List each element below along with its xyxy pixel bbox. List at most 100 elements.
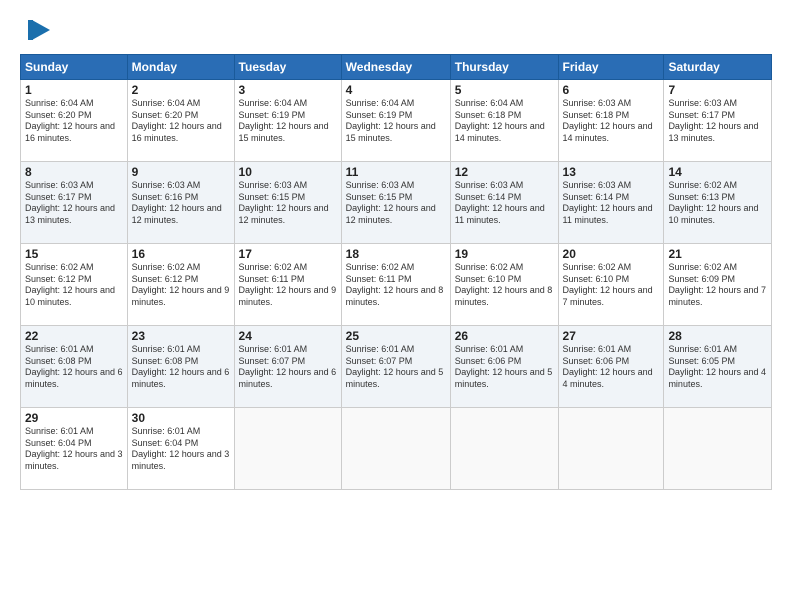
day-info: Sunrise: 6:03 AMSunset: 6:18 PMDaylight:… <box>563 98 660 145</box>
day-info: Sunrise: 6:02 AMSunset: 6:13 PMDaylight:… <box>668 180 767 227</box>
day-info: Sunrise: 6:04 AMSunset: 6:18 PMDaylight:… <box>455 98 554 145</box>
day-number: 21 <box>668 247 767 261</box>
header-row: SundayMondayTuesdayWednesdayThursdayFrid… <box>21 55 772 80</box>
header-saturday: Saturday <box>664 55 772 80</box>
day-cell: 13Sunrise: 6:03 AMSunset: 6:14 PMDayligh… <box>558 162 664 244</box>
day-info: Sunrise: 6:04 AMSunset: 6:20 PMDaylight:… <box>132 98 230 145</box>
day-number: 27 <box>563 329 660 343</box>
day-number: 5 <box>455 83 554 97</box>
day-number: 17 <box>239 247 337 261</box>
day-cell <box>234 408 341 490</box>
header-friday: Friday <box>558 55 664 80</box>
day-info: Sunrise: 6:02 AMSunset: 6:11 PMDaylight:… <box>346 262 446 309</box>
header-thursday: Thursday <box>450 55 558 80</box>
day-number: 29 <box>25 411 123 425</box>
day-info: Sunrise: 6:04 AMSunset: 6:19 PMDaylight:… <box>239 98 337 145</box>
day-number: 13 <box>563 165 660 179</box>
day-number: 20 <box>563 247 660 261</box>
day-info: Sunrise: 6:02 AMSunset: 6:09 PMDaylight:… <box>668 262 767 309</box>
day-cell: 22Sunrise: 6:01 AMSunset: 6:08 PMDayligh… <box>21 326 128 408</box>
calendar-body: 1Sunrise: 6:04 AMSunset: 6:20 PMDaylight… <box>21 80 772 490</box>
day-number: 28 <box>668 329 767 343</box>
day-number: 6 <box>563 83 660 97</box>
day-cell: 20Sunrise: 6:02 AMSunset: 6:10 PMDayligh… <box>558 244 664 326</box>
day-number: 30 <box>132 411 230 425</box>
day-number: 4 <box>346 83 446 97</box>
day-cell: 11Sunrise: 6:03 AMSunset: 6:15 PMDayligh… <box>341 162 450 244</box>
day-cell: 18Sunrise: 6:02 AMSunset: 6:11 PMDayligh… <box>341 244 450 326</box>
day-cell: 25Sunrise: 6:01 AMSunset: 6:07 PMDayligh… <box>341 326 450 408</box>
week-row-4: 22Sunrise: 6:01 AMSunset: 6:08 PMDayligh… <box>21 326 772 408</box>
day-number: 11 <box>346 165 446 179</box>
day-info: Sunrise: 6:02 AMSunset: 6:12 PMDaylight:… <box>132 262 230 309</box>
day-info: Sunrise: 6:01 AMSunset: 6:08 PMDaylight:… <box>132 344 230 391</box>
day-cell: 19Sunrise: 6:02 AMSunset: 6:10 PMDayligh… <box>450 244 558 326</box>
day-cell: 6Sunrise: 6:03 AMSunset: 6:18 PMDaylight… <box>558 80 664 162</box>
day-number: 22 <box>25 329 123 343</box>
day-cell: 10Sunrise: 6:03 AMSunset: 6:15 PMDayligh… <box>234 162 341 244</box>
day-number: 3 <box>239 83 337 97</box>
day-number: 18 <box>346 247 446 261</box>
day-number: 19 <box>455 247 554 261</box>
day-cell: 27Sunrise: 6:01 AMSunset: 6:06 PMDayligh… <box>558 326 664 408</box>
day-info: Sunrise: 6:02 AMSunset: 6:11 PMDaylight:… <box>239 262 337 309</box>
day-number: 16 <box>132 247 230 261</box>
day-cell: 3Sunrise: 6:04 AMSunset: 6:19 PMDaylight… <box>234 80 341 162</box>
day-info: Sunrise: 6:01 AMSunset: 6:06 PMDaylight:… <box>455 344 554 391</box>
day-info: Sunrise: 6:02 AMSunset: 6:12 PMDaylight:… <box>25 262 123 309</box>
day-cell: 5Sunrise: 6:04 AMSunset: 6:18 PMDaylight… <box>450 80 558 162</box>
day-cell: 28Sunrise: 6:01 AMSunset: 6:05 PMDayligh… <box>664 326 772 408</box>
day-info: Sunrise: 6:03 AMSunset: 6:15 PMDaylight:… <box>346 180 446 227</box>
week-row-2: 8Sunrise: 6:03 AMSunset: 6:17 PMDaylight… <box>21 162 772 244</box>
day-cell: 8Sunrise: 6:03 AMSunset: 6:17 PMDaylight… <box>21 162 128 244</box>
day-info: Sunrise: 6:03 AMSunset: 6:16 PMDaylight:… <box>132 180 230 227</box>
day-cell <box>664 408 772 490</box>
day-cell <box>558 408 664 490</box>
page: SundayMondayTuesdayWednesdayThursdayFrid… <box>0 0 792 612</box>
day-info: Sunrise: 6:04 AMSunset: 6:20 PMDaylight:… <box>25 98 123 145</box>
day-number: 8 <box>25 165 123 179</box>
day-number: 25 <box>346 329 446 343</box>
day-number: 23 <box>132 329 230 343</box>
day-info: Sunrise: 6:03 AMSunset: 6:14 PMDaylight:… <box>563 180 660 227</box>
day-info: Sunrise: 6:03 AMSunset: 6:14 PMDaylight:… <box>455 180 554 227</box>
day-info: Sunrise: 6:03 AMSunset: 6:17 PMDaylight:… <box>668 98 767 145</box>
day-number: 12 <box>455 165 554 179</box>
day-cell: 16Sunrise: 6:02 AMSunset: 6:12 PMDayligh… <box>127 244 234 326</box>
day-info: Sunrise: 6:01 AMSunset: 6:05 PMDaylight:… <box>668 344 767 391</box>
logo-icon <box>24 16 52 44</box>
day-info: Sunrise: 6:04 AMSunset: 6:19 PMDaylight:… <box>346 98 446 145</box>
day-number: 7 <box>668 83 767 97</box>
header-monday: Monday <box>127 55 234 80</box>
day-cell: 2Sunrise: 6:04 AMSunset: 6:20 PMDaylight… <box>127 80 234 162</box>
day-number: 9 <box>132 165 230 179</box>
day-number: 24 <box>239 329 337 343</box>
day-info: Sunrise: 6:01 AMSunset: 6:07 PMDaylight:… <box>346 344 446 391</box>
day-info: Sunrise: 6:01 AMSunset: 6:04 PMDaylight:… <box>132 426 230 473</box>
day-cell: 9Sunrise: 6:03 AMSunset: 6:16 PMDaylight… <box>127 162 234 244</box>
day-cell: 24Sunrise: 6:01 AMSunset: 6:07 PMDayligh… <box>234 326 341 408</box>
day-cell: 4Sunrise: 6:04 AMSunset: 6:19 PMDaylight… <box>341 80 450 162</box>
week-row-5: 29 Sunrise: 6:01 AMSunset: 6:04 PMDayligh… <box>21 408 772 490</box>
day-cell: 21Sunrise: 6:02 AMSunset: 6:09 PMDayligh… <box>664 244 772 326</box>
day-cell: 7Sunrise: 6:03 AMSunset: 6:17 PMDaylight… <box>664 80 772 162</box>
day-number: 15 <box>25 247 123 261</box>
day-number: 1 <box>25 83 123 97</box>
day-info: Sunrise: 6:02 AMSunset: 6:10 PMDaylight:… <box>563 262 660 309</box>
calendar-header: SundayMondayTuesdayWednesdayThursdayFrid… <box>21 55 772 80</box>
day-cell: 1Sunrise: 6:04 AMSunset: 6:20 PMDaylight… <box>21 80 128 162</box>
day-info: Sunrise: 6:02 AMSunset: 6:10 PMDaylight:… <box>455 262 554 309</box>
day-number: 10 <box>239 165 337 179</box>
header <box>20 16 772 44</box>
day-cell <box>450 408 558 490</box>
day-info: Sunrise: 6:01 AMSunset: 6:08 PMDaylight:… <box>25 344 123 391</box>
day-number: 2 <box>132 83 230 97</box>
day-info: Sunrise: 6:01 AMSunset: 6:07 PMDaylight:… <box>239 344 337 391</box>
day-cell: 15Sunrise: 6:02 AMSunset: 6:12 PMDayligh… <box>21 244 128 326</box>
day-number: 14 <box>668 165 767 179</box>
day-cell: 30Sunrise: 6:01 AMSunset: 6:04 PMDayligh… <box>127 408 234 490</box>
day-info: Sunrise: 6:03 AMSunset: 6:17 PMDaylight:… <box>25 180 123 227</box>
day-info: Sunrise: 6:03 AMSunset: 6:15 PMDaylight:… <box>239 180 337 227</box>
week-row-3: 15Sunrise: 6:02 AMSunset: 6:12 PMDayligh… <box>21 244 772 326</box>
calendar-table: SundayMondayTuesdayWednesdayThursdayFrid… <box>20 54 772 490</box>
